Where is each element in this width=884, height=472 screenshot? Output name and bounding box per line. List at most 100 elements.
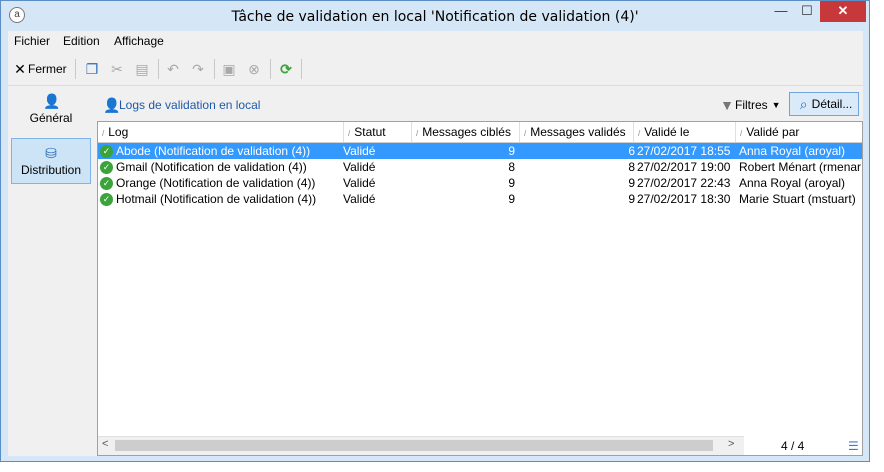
toolbar-separator	[75, 59, 76, 79]
cell-validated: 9	[628, 176, 635, 190]
cell-log: ✓ Abode (Notification de validation (4))	[100, 143, 341, 159]
toolbar-separator	[270, 59, 271, 79]
panel-title-label: Logs de validation en local	[119, 98, 261, 112]
cell-targeted: 9	[508, 192, 515, 206]
undo-icon: ↶	[167, 61, 179, 77]
cell-date: 27/02/2017 18:30	[637, 192, 731, 206]
table-row[interactable]: ✓ Abode (Notification de validation (4)) V…	[98, 143, 862, 159]
sort-icon: /	[524, 129, 527, 138]
detail-button[interactable]: ⌕ Détail...	[789, 92, 859, 116]
cell-by: Marie Stuart (mstuart)	[739, 192, 856, 206]
title-bar[interactable]: a Tâche de validation en local 'Notifica…	[1, 1, 869, 31]
scrollbar-thumb[interactable]	[115, 440, 713, 451]
cell-targeted: 9	[508, 176, 515, 190]
close-button[interactable]: ✕	[820, 1, 866, 22]
sort-icon: /	[348, 129, 351, 138]
cell-validated: 8	[628, 160, 635, 174]
record-counter: 4 / 4	[781, 439, 805, 453]
cell-targeted: 9	[508, 144, 515, 158]
maximize-button[interactable]: ☐	[794, 1, 820, 22]
status-ok-icon: ✓	[100, 145, 113, 159]
panel-title: 👤 Logs de validation en local	[103, 97, 260, 113]
cell-validated: 9	[628, 192, 635, 206]
user-check-icon: 👤	[103, 97, 121, 113]
toolbar-separator	[158, 59, 159, 79]
menu-fichier[interactable]: Fichier	[14, 34, 50, 48]
app-window: a Tâche de validation en local 'Notifica…	[0, 0, 870, 462]
paste-button[interactable]: ▤	[134, 59, 150, 79]
cell-status: Validé	[343, 176, 376, 190]
status-ok-icon: ✓	[100, 193, 113, 207]
save-button[interactable]: ▣	[221, 59, 237, 79]
table-row[interactable]: ✓ Hotmail (Notification de validation (4)…	[98, 191, 862, 207]
cell-log: ✓ Hotmail (Notification de validation (4)…	[100, 191, 341, 207]
cell-by: Anna Royal (aroyal)	[739, 144, 846, 158]
list-menu-icon[interactable]: ☰	[848, 439, 859, 453]
table-row[interactable]: ✓ Orange (Notification de validation (4))…	[98, 175, 862, 191]
toolbar-separator	[214, 59, 215, 79]
horizontal-scrollbar[interactable]: < >	[98, 436, 744, 455]
logs-table: / Log / Statut / Messages ciblés / Messages …	[97, 121, 863, 456]
sidebar-item-distribution[interactable]: ⛁ Distribution	[11, 138, 91, 184]
cell-targeted: 8	[508, 160, 515, 174]
save-icon: ▣	[222, 61, 236, 77]
sidebar: 👤 Général ⛁ Distribution	[8, 87, 93, 456]
cell-by: Robert Ménart (rmenar	[739, 160, 862, 174]
menu-affichage[interactable]: Affichage	[114, 34, 164, 48]
status-ok-icon: ✓	[100, 161, 113, 175]
cut-button[interactable]: ✂	[109, 59, 125, 79]
column-header-validated-by[interactable]: / Validé par	[735, 122, 862, 142]
redo-button[interactable]: ↷	[190, 59, 206, 79]
search-icon: ⌕	[799, 96, 808, 112]
filter-icon: ▼	[720, 97, 734, 113]
menu-bar: Fichier Edition Affichage	[8, 31, 863, 51]
cell-status: Validé	[343, 192, 376, 206]
column-header-log[interactable]: / Log	[98, 122, 343, 142]
sidebar-item-label: Général	[29, 111, 73, 125]
cut-icon: ✂	[111, 61, 123, 77]
sidebar-item-label: Distribution	[20, 163, 82, 177]
sort-icon: /	[638, 129, 641, 138]
cell-date: 27/02/2017 19:00	[637, 160, 731, 174]
table-row[interactable]: ✓ Gmail (Notification de validation (4)) V…	[98, 159, 862, 175]
sort-icon: /	[416, 129, 419, 138]
sidebar-item-general[interactable]: 👤 Général	[11, 87, 91, 133]
window-title: Tâche de validation en local 'Notificati…	[231, 9, 639, 25]
minimize-button[interactable]: —	[768, 1, 794, 22]
cell-log: ✓ Orange (Notification de validation (4))	[100, 175, 341, 191]
column-header-status[interactable]: / Statut	[343, 122, 411, 142]
toolbar-separator	[301, 59, 302, 79]
close-tool-label: Fermer	[28, 62, 67, 76]
toolbar: ✕ Fermer ❐ ✂ ▤ ↶ ↷ ▣ ⊗ ⟳	[8, 53, 863, 86]
panel-header: 👤 Logs de validation en local ▼ Filtres …	[97, 89, 863, 119]
database-icon: ⛁	[45, 145, 57, 161]
scroll-right-icon[interactable]: >	[728, 438, 734, 450]
client-area: Fichier Edition Affichage ✕ Fermer ❐ ✂ ▤…	[8, 31, 863, 456]
chevron-down-icon: ▼	[771, 100, 781, 110]
status-ok-icon: ✓	[100, 177, 113, 191]
column-header-targeted[interactable]: / Messages ciblés	[411, 122, 519, 142]
menu-edition[interactable]: Edition	[63, 34, 100, 48]
undo-button[interactable]: ↶	[165, 59, 181, 79]
redo-icon: ↷	[192, 61, 204, 77]
cancel-button[interactable]: ⊗	[246, 59, 262, 79]
sort-icon: /	[740, 129, 743, 138]
paste-icon: ▤	[135, 61, 149, 77]
column-header-date[interactable]: / Validé le	[633, 122, 735, 142]
user-icon: 👤	[43, 93, 61, 109]
refresh-button[interactable]: ⟳	[278, 59, 294, 79]
sort-icon: /	[102, 129, 105, 138]
cell-by: Anna Royal (aroyal)	[739, 176, 846, 190]
table-header: / Log / Statut / Messages ciblés / Messages …	[98, 122, 862, 143]
cell-validated: 6	[628, 144, 635, 158]
filters-button[interactable]: ▼ Filtres ▼	[719, 97, 781, 113]
close-tool-button[interactable]: ✕ Fermer	[12, 59, 67, 79]
scroll-left-icon[interactable]: <	[102, 438, 108, 450]
cell-log: ✓ Gmail (Notification de validation (4))	[100, 159, 341, 175]
column-header-validated[interactable]: / Messages validés	[519, 122, 633, 142]
close-x-icon: ✕	[14, 61, 26, 77]
cancel-icon: ⊗	[248, 61, 260, 77]
cell-date: 27/02/2017 22:43	[637, 176, 731, 190]
copy-button[interactable]: ❐	[84, 59, 100, 79]
filters-label: Filtres	[735, 98, 768, 112]
